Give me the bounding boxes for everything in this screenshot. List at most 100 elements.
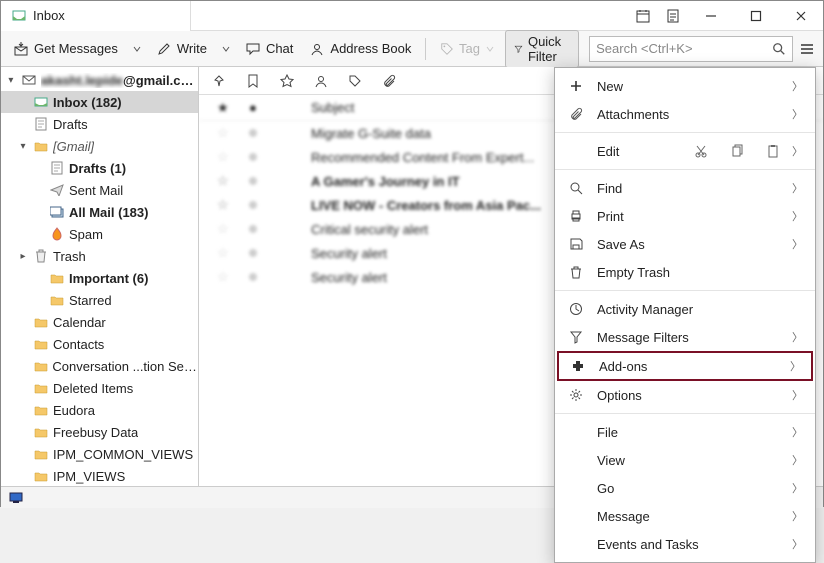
folder-row[interactable]: All Mail (183)	[1, 201, 198, 223]
tasks-icon[interactable]	[658, 1, 688, 31]
get-messages-dropdown[interactable]	[128, 42, 146, 56]
plus-icon	[567, 79, 585, 93]
menu-message-filters[interactable]: Message Filters 〉	[555, 323, 815, 351]
search-input[interactable]	[596, 41, 772, 56]
folder-icon	[33, 336, 49, 352]
write-label: Write	[177, 41, 207, 56]
bookmark-icon[interactable]	[245, 74, 261, 88]
menu-empty-trash[interactable]: Empty Trash	[555, 258, 815, 286]
folder-row[interactable]: ▸ Trash	[1, 245, 198, 267]
menu-view[interactable]: View〉	[555, 446, 815, 474]
folder-row[interactable]: Conversation ...tion Settin	[1, 355, 198, 377]
window-tab[interactable]: Inbox	[1, 1, 191, 31]
star-icon[interactable]: ☆	[217, 125, 231, 141]
read-dot-icon[interactable]	[249, 201, 257, 209]
folder-label: Deleted Items	[53, 381, 133, 396]
cut-icon[interactable]	[694, 144, 708, 158]
spam-icon	[49, 226, 65, 242]
menu-attachments[interactable]: Attachments 〉	[555, 100, 815, 128]
search-box[interactable]	[589, 36, 793, 62]
star-icon[interactable]: ☆	[217, 173, 231, 189]
menu-file[interactable]: File〉	[555, 418, 815, 446]
contact-column-icon[interactable]	[313, 74, 329, 88]
folder-row[interactable]: IPM_VIEWS	[1, 465, 198, 486]
folder-label: [Gmail]	[53, 139, 94, 154]
gear-icon	[567, 388, 585, 402]
calendar-icon[interactable]	[628, 1, 658, 31]
star-icon[interactable]: ☆	[217, 245, 231, 261]
star-icon[interactable]: ☆	[217, 269, 231, 285]
close-button[interactable]	[778, 1, 823, 31]
read-header-icon: ●	[249, 100, 257, 115]
folder-row[interactable]: Starred	[1, 289, 198, 311]
twisty-icon[interactable]: ▸	[17, 251, 29, 262]
tag-column-icon[interactable]	[347, 74, 363, 88]
chat-button[interactable]: Chat	[239, 37, 299, 61]
minimize-button[interactable]	[688, 1, 733, 31]
get-messages-button[interactable]: Get Messages	[7, 37, 124, 61]
chevron-right-icon: 〉	[792, 78, 803, 94]
folder-label: Important (6)	[69, 271, 148, 286]
menu-edit[interactable]: Edit 〉	[555, 137, 815, 165]
folder-icon	[33, 468, 49, 484]
read-dot-icon[interactable]	[249, 153, 257, 161]
menu-print[interactable]: Print 〉	[555, 202, 815, 230]
chat-label: Chat	[266, 41, 293, 56]
app-menu-button[interactable]	[797, 41, 817, 57]
read-dot-icon[interactable]	[249, 225, 257, 233]
filter-icon	[567, 330, 585, 344]
folder-row[interactable]: Inbox (182)	[1, 91, 198, 113]
twisty-icon[interactable]: ▾	[17, 141, 29, 152]
folder-icon	[33, 138, 49, 154]
star-icon[interactable]: ☆	[217, 197, 231, 213]
star-icon[interactable]: ☆	[217, 221, 231, 237]
folder-row[interactable]: Calendar	[1, 311, 198, 333]
twisty-icon[interactable]: ▾	[5, 75, 17, 86]
folder-row[interactable]: Sent Mail	[1, 179, 198, 201]
folder-row[interactable]: Freebusy Data	[1, 421, 198, 443]
write-button[interactable]: Write	[150, 37, 213, 61]
menu-events-tasks[interactable]: Events and Tasks〉	[555, 530, 815, 558]
folder-label: Trash	[53, 249, 86, 264]
folder-row[interactable]: Drafts	[1, 113, 198, 135]
menu-go[interactable]: Go〉	[555, 474, 815, 502]
folder-row[interactable]: Spam	[1, 223, 198, 245]
attachment-column-icon[interactable]	[381, 74, 397, 88]
folder-label: IPM_VIEWS	[53, 469, 125, 484]
account-row[interactable]: ▾ akasht.lepide@gmail.com	[1, 69, 198, 91]
read-dot-icon[interactable]	[249, 177, 257, 185]
star-column-icon[interactable]	[279, 74, 295, 88]
menu-new[interactable]: New 〉	[555, 72, 815, 100]
menu-message[interactable]: Message〉	[555, 502, 815, 530]
folder-label: Inbox (182)	[53, 95, 122, 110]
folder-label: Conversation ...tion Settin	[52, 359, 198, 374]
folder-row[interactable]: ▾ [Gmail]	[1, 135, 198, 157]
write-dropdown[interactable]	[217, 42, 235, 56]
folder-row[interactable]: Contacts	[1, 333, 198, 355]
menu-find[interactable]: Find 〉	[555, 174, 815, 202]
folder-row[interactable]: Eudora	[1, 399, 198, 421]
folder-row[interactable]: IPM_COMMON_VIEWS	[1, 443, 198, 465]
menu-save-as[interactable]: Save As 〉	[555, 230, 815, 258]
menu-addons[interactable]: Add-ons 〉	[557, 351, 813, 381]
maximize-button[interactable]	[733, 1, 778, 31]
read-dot-icon[interactable]	[249, 249, 257, 257]
download-mail-icon	[13, 41, 29, 57]
online-status-icon[interactable]	[9, 492, 25, 504]
tag-button[interactable]: Tag	[434, 37, 501, 60]
folder-row[interactable]: Drafts (1)	[1, 157, 198, 179]
quick-filter-button[interactable]: Quick Filter	[505, 30, 579, 68]
address-book-button[interactable]: Address Book	[303, 37, 417, 61]
print-icon	[567, 209, 585, 223]
menu-activity-manager[interactable]: Activity Manager	[555, 295, 815, 323]
paste-icon[interactable]	[766, 144, 780, 158]
thread-pin-icon[interactable]	[211, 74, 227, 88]
folder-row[interactable]: Deleted Items	[1, 377, 198, 399]
read-dot-icon[interactable]	[249, 273, 257, 281]
star-icon[interactable]: ☆	[217, 149, 231, 165]
read-dot-icon[interactable]	[249, 129, 257, 137]
copy-icon[interactable]	[730, 144, 744, 158]
menu-options[interactable]: Options 〉	[555, 381, 815, 409]
folder-row[interactable]: Important (6)	[1, 267, 198, 289]
inbox-icon	[11, 8, 27, 24]
